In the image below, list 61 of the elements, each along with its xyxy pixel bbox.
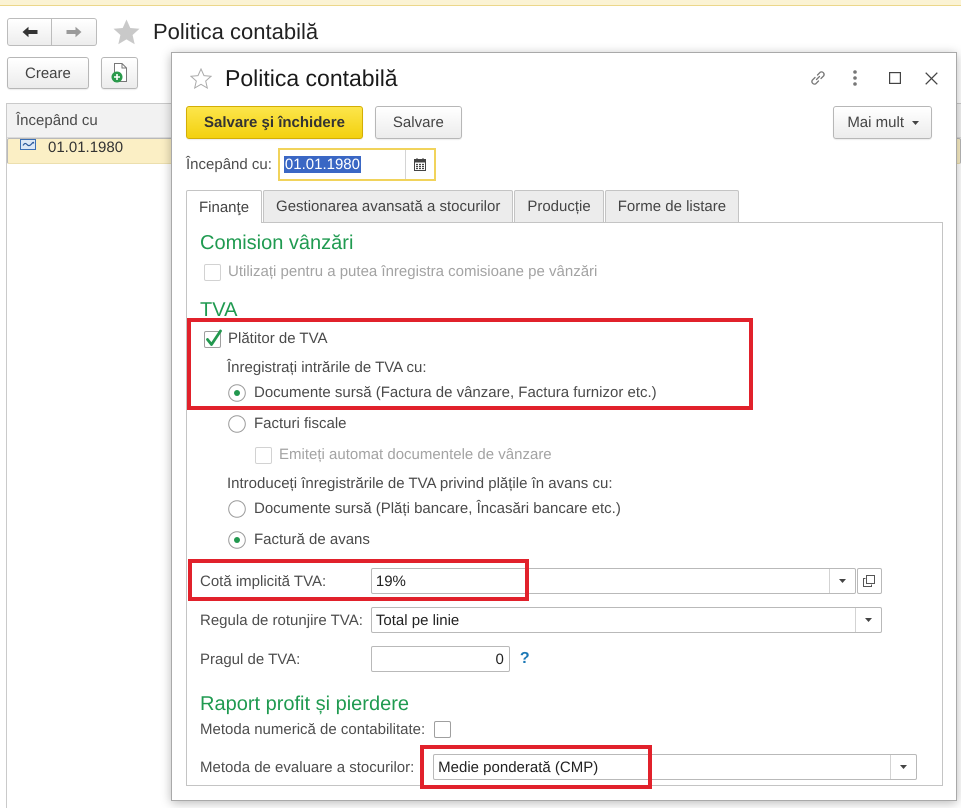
arrow-left-icon [22,26,38,38]
section-heading: TVA [200,298,238,323]
caret-icon [900,765,907,769]
star-icon[interactable] [113,19,140,45]
checkbox-label: Emiteți automat documentele de vânzare [279,446,552,463]
field-label: Regula de rotunjire TVA: [200,612,363,628]
page-title: Politica contabilă [153,19,318,45]
radio-label: Documente sursă (Factura de vânzare, Factura furnizor etc.) [254,384,657,401]
star-outline-icon[interactable] [190,68,212,88]
field-label: Cotă implicită TVA: [200,572,326,590]
back-button[interactable] [7,18,52,46]
radio-button[interactable] [228,500,246,518]
checkbox[interactable] [203,328,223,348]
group-caption: Introduceți înregistrările de TVA privind plățile în avans cu: [226,475,614,493]
menu-dots-icon[interactable] [853,70,857,86]
number-field[interactable]: 0 [370,646,510,672]
add-document-button[interactable] [100,57,138,89]
open-button[interactable] [856,568,882,594]
radio-button[interactable] [228,414,246,432]
section-heading: Raport profit și pierdere [200,692,410,717]
document-plus-icon [111,63,128,83]
caret-icon [912,120,919,124]
tab[interactable]: Producție [514,190,604,222]
dialog-title: Politica contabilă [225,64,398,92]
select-field[interactable]: Total pe linie [370,607,882,633]
table-cell-text: 01.01.1980 [48,139,124,158]
tab[interactable]: Forme de listare [604,190,740,222]
radio-label: Factură de avans [254,531,370,548]
column-header[interactable]: Începând cu [7,112,98,129]
date-field[interactable]: 01.01.1980 [278,148,436,181]
action-button[interactable]: Salvare şi închidere [186,106,363,139]
radio-button[interactable] [228,530,246,548]
select-field[interactable]: Medie ponderată (CMP) [433,754,917,780]
checkbox[interactable] [433,719,454,739]
record-icon [20,139,36,150]
field-label: Începând cu: [186,156,272,173]
section-heading: Comision vânzări [200,231,354,256]
checkbox-label: Plătitor de TVA [228,330,328,347]
group-caption: Înregistrați intrările de TVA cu: [226,359,428,377]
caret-icon [864,618,872,622]
close-icon[interactable] [925,72,938,84]
more-button[interactable]: Mai mult [833,106,932,139]
action-button[interactable]: Salvare [374,106,462,139]
checkbox-label: Utilizați pentru a putea înregistra comisioane pe vânzări [228,263,598,280]
maximize-icon[interactable] [889,72,901,84]
calendar-icon [414,158,426,171]
radio-label: Documente sursă (Plăți bancare, Încasări bancare etc.) [254,500,621,517]
create-button[interactable]: Creare [7,57,89,89]
radio-button[interactable] [228,384,246,402]
arrow-right-icon [66,26,82,38]
open-icon [863,575,876,587]
link-icon[interactable] [809,69,827,87]
tab[interactable]: Finanţe [186,190,262,223]
field-label: Metoda de evaluare a stocurilor: [200,758,414,776]
caret-icon [838,579,846,583]
radio-label: Facturi fiscale [254,415,347,432]
select-field[interactable]: 19% [370,568,856,594]
help-link[interactable]: ? [520,650,530,668]
field-label: Pragul de TVA: [200,650,300,668]
field-label: Metoda numerică de contabilitate: [200,720,426,738]
tab[interactable]: Gestionarea avansată a stocurilor [263,190,514,222]
